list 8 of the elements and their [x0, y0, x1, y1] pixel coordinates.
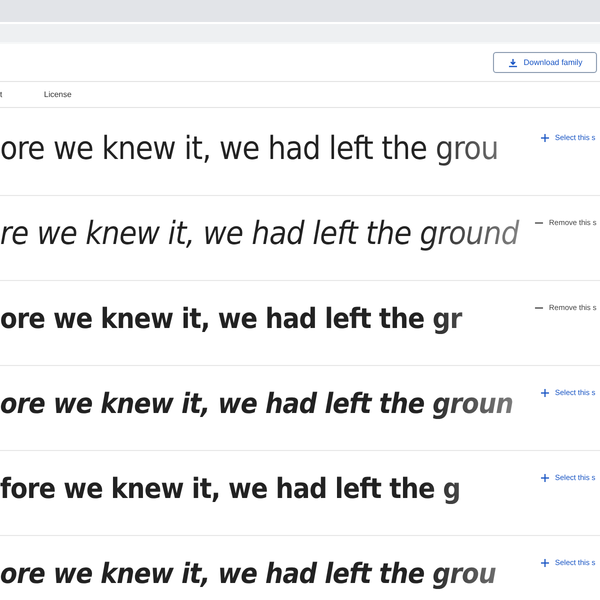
tab[interactable]: t: [0, 90, 44, 99]
plus-icon: [541, 558, 549, 566]
download-icon: [508, 58, 518, 68]
tab[interactable]: License: [44, 90, 72, 99]
plus-icon: [541, 134, 549, 142]
download-button[interactable]: Download family: [493, 52, 597, 73]
plus-icon: [541, 388, 549, 396]
plus-icon: [541, 474, 549, 482]
